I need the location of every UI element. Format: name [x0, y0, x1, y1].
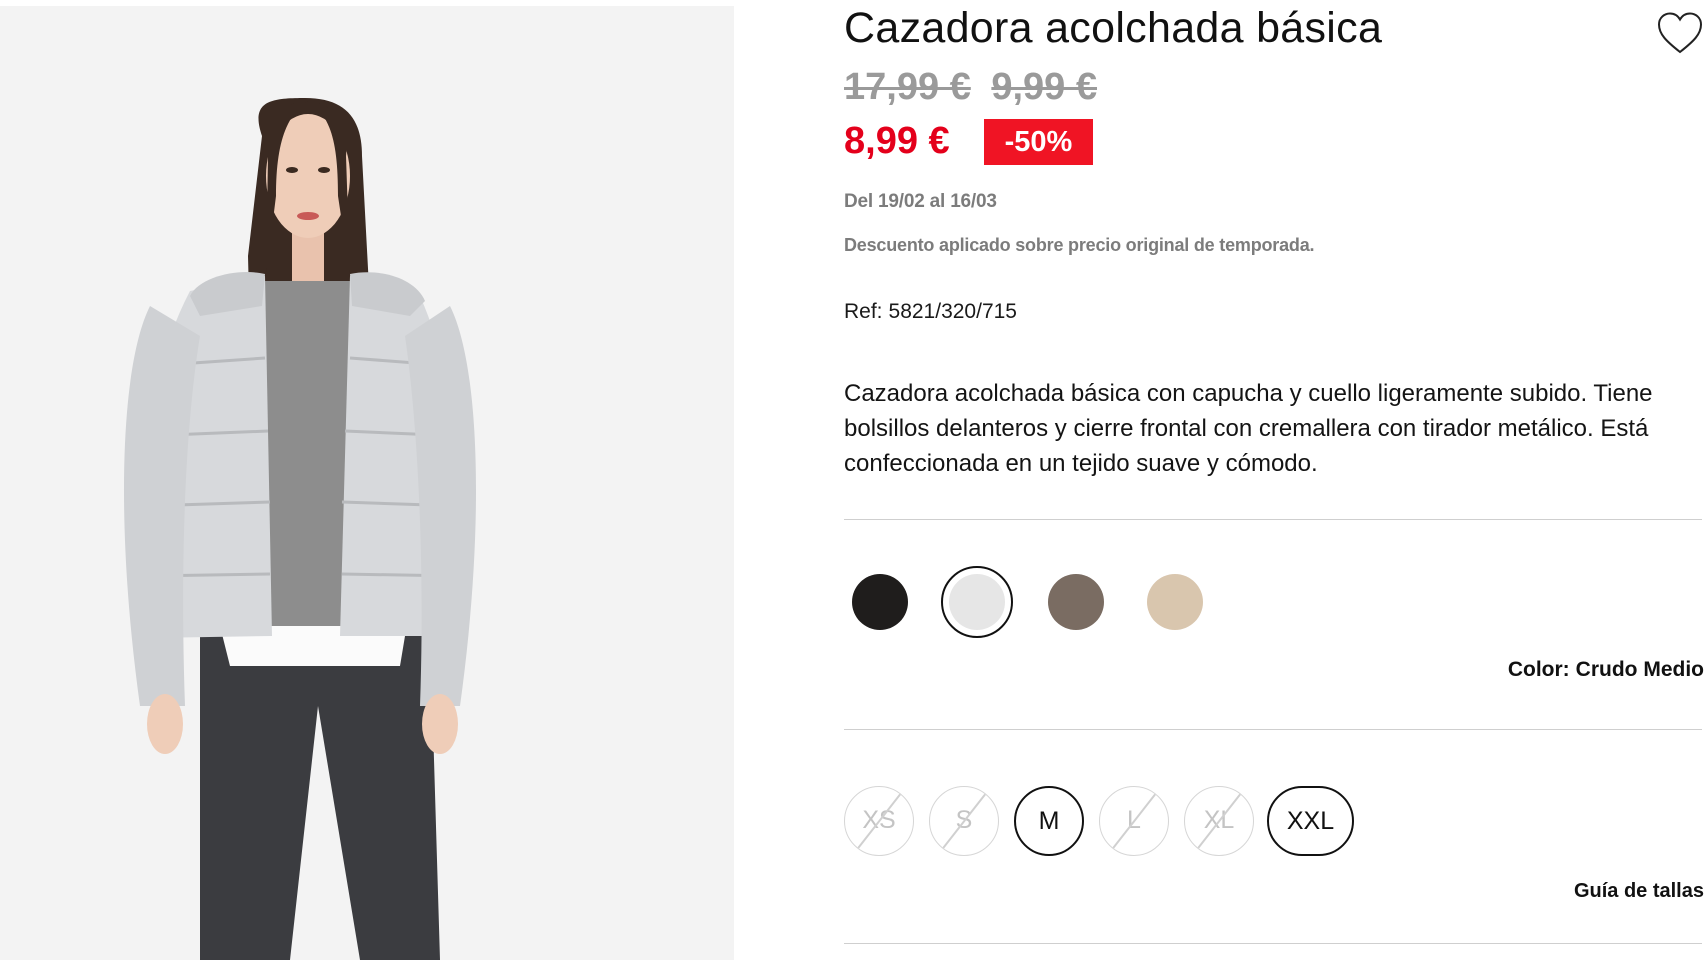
- size-label: M: [1038, 807, 1060, 835]
- unavailable-slash: [1108, 789, 1160, 853]
- heart-outline-icon: [1657, 12, 1703, 54]
- discount-badge: -50%: [984, 119, 1093, 165]
- color-swatch-crudo[interactable]: [941, 566, 1013, 638]
- color-swatch-black[interactable]: [844, 566, 916, 638]
- original-prices: 17,99 € 9,99 €: [844, 66, 1107, 109]
- unavailable-slash: [1193, 789, 1245, 853]
- divider: [844, 943, 1702, 944]
- size-option-l[interactable]: L: [1099, 786, 1169, 856]
- size-option-s[interactable]: S: [929, 786, 999, 856]
- promo-dates: Del 19/02 al 16/03: [844, 191, 997, 212]
- wishlist-button[interactable]: [1656, 10, 1704, 56]
- swatch-fill: [852, 574, 908, 630]
- selected-color: Color: Crudo Medio: [1508, 658, 1704, 682]
- size-option-m[interactable]: M: [1014, 786, 1084, 856]
- size-option-xxl[interactable]: XXL: [1267, 786, 1354, 856]
- color-swatch-beige[interactable]: [1139, 566, 1211, 638]
- previous-price: 9,99 €: [991, 66, 1098, 108]
- product-image[interactable]: [0, 6, 734, 960]
- swatch-fill: [949, 574, 1005, 630]
- reference-label: Ref:: [844, 300, 883, 323]
- reference-value: 5821/320/715: [888, 300, 1017, 323]
- divider: [844, 519, 1702, 520]
- size-option-xs[interactable]: XS: [844, 786, 914, 856]
- product-reference: Ref: 5821/320/715: [844, 300, 1017, 324]
- current-price: 8,99 €: [844, 120, 950, 162]
- size-selector: XS S M L XL XXL: [844, 786, 1444, 856]
- product-description: Cazadora acolchada básica con capucha y …: [844, 380, 1653, 477]
- color-swatches: [844, 566, 1244, 638]
- product-title: Cazadora acolchada básica: [844, 4, 1383, 52]
- unavailable-slash: [938, 789, 990, 853]
- model-photo-illustration: [0, 6, 734, 960]
- swatch-fill: [1048, 574, 1104, 630]
- product-info-panel: Cazadora acolchada básica 17,99 € 9,99 €…: [844, 0, 1706, 960]
- size-guide-link[interactable]: Guía de tallas: [1574, 880, 1704, 903]
- color-label: Color:: [1507, 658, 1570, 681]
- size-option-xl[interactable]: XL: [1184, 786, 1254, 856]
- swatch-fill: [1147, 574, 1203, 630]
- discount-note: Descuento aplicado sobre precio original…: [844, 235, 1315, 255]
- color-swatch-brown[interactable]: [1040, 566, 1112, 638]
- color-name: Crudo Medio: [1575, 658, 1704, 681]
- divider: [844, 729, 1702, 730]
- size-label: XXL: [1286, 807, 1335, 835]
- original-price: 17,99 €: [844, 66, 971, 108]
